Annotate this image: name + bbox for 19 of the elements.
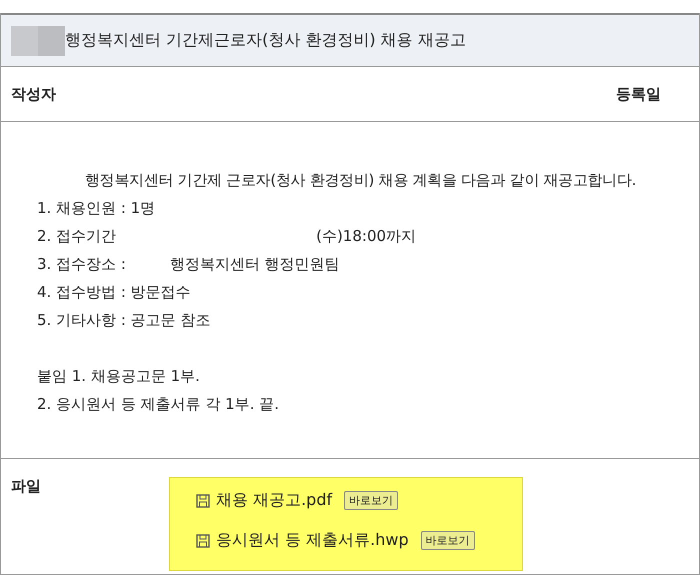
- body-text: (수)18:00까지: [316, 226, 416, 247]
- body-text: 붙임 1. 채용공고문 1부.: [37, 366, 200, 387]
- body-text: 1. 채용인원 : 1명: [37, 198, 156, 219]
- file-link[interactable]: 채용 재공고.pdf: [216, 490, 332, 511]
- body-text: 4. 접수방법 : 방문접수: [37, 282, 191, 303]
- files-label: 파일: [11, 477, 42, 497]
- body-text: 2. 접수기간: [37, 226, 116, 247]
- redacted-block: [11, 26, 65, 56]
- body-text: 행정복지센터 행정민원팀: [170, 254, 340, 275]
- body-text: 5. 기타사항 : 공고문 참조: [37, 310, 210, 331]
- file-link[interactable]: 응시원서 등 제출서류.hwp: [216, 530, 409, 551]
- body-text: 2. 응시원서 등 제출서류 각 1부. 끝.: [37, 394, 279, 415]
- date-label: 등록일: [616, 84, 661, 104]
- author-label: 작성자: [11, 84, 56, 104]
- preview-button[interactable]: 바로보기: [420, 531, 475, 550]
- body-text: 행정복지센터 기간제 근로자(청사 환경정비) 채용 계획을 다음과 같이 재공고합니다.: [85, 171, 636, 189]
- preview-button[interactable]: 바로보기: [344, 491, 398, 510]
- body-text: 3. 접수장소 :: [37, 254, 126, 275]
- post-title: 행정복지센터 기간제근로자(청사 환경정비) 채용 재공고: [65, 30, 466, 51]
